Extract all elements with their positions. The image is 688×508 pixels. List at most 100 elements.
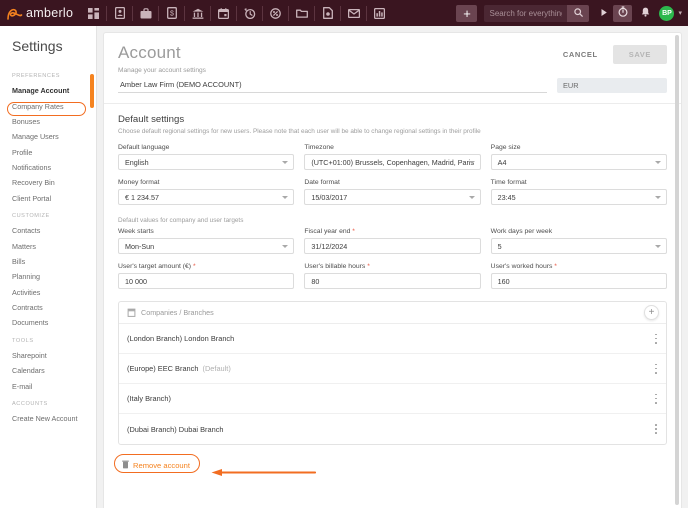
sidebar-item-activities[interactable]: Activities — [0, 285, 96, 300]
select-timezone[interactable]: (UTC+01:00) Brussels, Copenhagen, Madrid… — [304, 154, 481, 170]
notifications-button[interactable] — [637, 5, 654, 22]
brand-logo[interactable]: amberlo — [0, 6, 82, 21]
dashboard-icon[interactable] — [82, 0, 105, 26]
sidebar-item-contacts[interactable]: Contacts — [0, 223, 96, 238]
branch-name: (Italy Branch) — [127, 394, 171, 403]
sidebar-item-create-new-account[interactable]: Create New Account — [0, 411, 96, 426]
bills-icon[interactable]: $ — [160, 0, 183, 26]
field-label: Fiscal year end * — [304, 228, 480, 235]
field-label: User's target amount (€) * — [118, 263, 294, 270]
more-options-icon[interactable] — [655, 393, 657, 404]
table-row[interactable]: (Italy Branch) — [119, 384, 666, 414]
field-label: User's worked hours * — [491, 263, 667, 270]
text-input-user-s-billable-hours[interactable]: 80 — [304, 273, 481, 289]
tasks-icon[interactable] — [264, 0, 287, 26]
search-button[interactable] — [567, 4, 590, 22]
settings-sidebar: Settings PREFERENCES Manage Account Compan… — [0, 26, 97, 508]
add-branch-button[interactable]: + — [644, 305, 659, 320]
top-navbar: amberlo $ + Search for everything... BP … — [0, 0, 688, 26]
sidebar-item-planning[interactable]: Planning — [0, 269, 96, 284]
sidebar-item-recovery-bin[interactable]: Recovery Bin — [0, 175, 96, 190]
field-label: Date format — [304, 179, 480, 186]
required-marker: * — [350, 228, 355, 235]
nav-divider — [210, 5, 211, 21]
select-work-days-per-week[interactable]: 5 — [490, 238, 667, 254]
sidebar-item-documents[interactable]: Documents — [0, 315, 96, 330]
field-label-text: Week starts — [118, 228, 154, 235]
add-new-button[interactable]: + — [456, 4, 478, 22]
chevron-down-icon — [468, 160, 475, 164]
remove-account-area: Remove account — [114, 454, 667, 476]
timer-button[interactable] — [613, 4, 633, 22]
text-input-user-s-worked-hours[interactable]: 160 — [490, 273, 667, 289]
sidebar-item-company-rates[interactable]: Company Rates — [0, 98, 96, 113]
table-row[interactable]: (London Branch) London Branch — [119, 324, 666, 354]
select-page-size[interactable]: A4 — [490, 154, 667, 170]
targets-row-2: User's target amount (€) * 10 000 User's b… — [118, 263, 667, 289]
account-name-input[interactable] — [118, 78, 547, 93]
sidebar-scrollbar[interactable] — [90, 74, 94, 108]
amberlo-logo-icon — [6, 6, 23, 21]
text-input-fiscal-year-end[interactable]: 31/12/2024 — [304, 238, 481, 254]
field-value: 5 — [497, 241, 502, 251]
sidebar-item-bills[interactable]: Bills — [0, 254, 96, 269]
search-input[interactable] — [484, 4, 568, 22]
calendar-icon[interactable] — [212, 0, 235, 26]
field-label-text: Work days per week — [490, 228, 553, 235]
select-date-format[interactable]: 15/03/2017 — [304, 189, 481, 205]
chevron-down-icon — [282, 160, 289, 164]
contacts-icon[interactable] — [108, 0, 131, 26]
branches-list: (London Branch) London Branch (Europe) EE… — [119, 324, 666, 444]
chevron-down-icon[interactable]: ▾ — [678, 9, 682, 17]
reports-icon[interactable] — [368, 0, 391, 26]
select-week-starts[interactable]: Mon-Sun — [118, 238, 295, 254]
remove-account-button[interactable]: Remove account — [118, 458, 194, 473]
user-avatar[interactable]: BP — [659, 5, 675, 21]
contracts-icon[interactable] — [316, 0, 339, 26]
field-label: Time format — [491, 179, 667, 186]
main-scrollbar[interactable] — [675, 35, 679, 505]
sidebar-item-client-portal[interactable]: Client Portal — [0, 191, 96, 206]
sidebar-item-e-mail[interactable]: E-mail — [0, 378, 96, 393]
field-label: Money format — [118, 179, 294, 186]
select-time-format[interactable]: 23:45 — [490, 189, 667, 205]
select-default-language[interactable]: English — [118, 154, 295, 170]
section-subtitle: Choose default regional settings for new… — [118, 128, 481, 135]
sidebar-item-profile[interactable]: Profile — [0, 145, 96, 160]
more-options-icon[interactable] — [655, 363, 657, 374]
sidebar-item-matters[interactable]: Matters — [0, 238, 96, 253]
sidebar-item-manage-account[interactable]: Manage Account — [0, 83, 96, 98]
start-timer-button[interactable] — [595, 5, 612, 22]
more-options-icon[interactable] — [655, 333, 657, 344]
nav-divider — [366, 5, 367, 21]
field-value: English — [125, 157, 149, 167]
sidebar-item-sharepoint[interactable]: Sharepoint — [0, 348, 96, 363]
matters-icon[interactable] — [134, 0, 157, 26]
select-money-format[interactable]: € 1 234.57 — [118, 189, 295, 205]
mail-icon[interactable] — [342, 0, 365, 26]
cancel-button[interactable]: CANCEL — [554, 45, 607, 64]
text-input-user-s-target-amount-[interactable]: 10 000 — [118, 273, 295, 289]
sidebar-item-calendars[interactable]: Calendars — [0, 363, 96, 378]
table-row[interactable]: (Europe) EEC Branch (Default) — [119, 354, 666, 384]
branches-header: Companies / Branches + — [119, 302, 666, 324]
save-button[interactable]: SAVE — [612, 45, 667, 64]
field-label-text: Date format — [304, 179, 340, 186]
bank-icon[interactable] — [186, 0, 209, 26]
form-field: Default language English — [118, 144, 295, 170]
sidebar-item-manage-users[interactable]: Manage Users — [0, 129, 96, 144]
sidebar-item-notifications[interactable]: Notifications — [0, 160, 96, 175]
time-icon[interactable] — [238, 0, 261, 26]
nav-divider — [236, 5, 237, 21]
folder-icon[interactable] — [290, 0, 313, 26]
sidebar-item-bonuses[interactable]: Bonuses — [0, 114, 96, 129]
default-settings-row-1: Default language English Timezone (UTC+01:0… — [118, 144, 667, 170]
more-options-icon[interactable] — [655, 424, 657, 434]
sidebar-item-contracts[interactable]: Contracts — [0, 300, 96, 315]
field-value: 80 — [311, 276, 320, 286]
table-row[interactable]: (Dubai Branch) Dubai Branch — [119, 414, 666, 444]
currency-field[interactable]: EUR — [557, 78, 667, 93]
play-icon — [600, 4, 608, 22]
form-field: User's billable hours * 80 — [304, 263, 481, 289]
field-value: 10 000 — [125, 276, 147, 286]
